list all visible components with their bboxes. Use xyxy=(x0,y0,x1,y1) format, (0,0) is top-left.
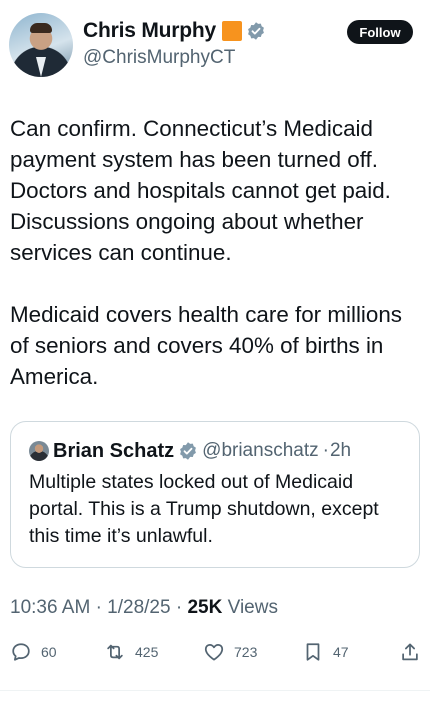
orange-flag-icon xyxy=(221,21,242,41)
verified-badge-icon xyxy=(180,442,197,460)
repost-count: 425 xyxy=(135,644,159,660)
reply-button[interactable]: 60 xyxy=(10,638,57,666)
bookmark-button[interactable]: 47 xyxy=(302,638,349,666)
quoted-tweet[interactable]: Brian Schatz @brianschatz · 2h Multiple … xyxy=(10,421,420,568)
like-count: 723 xyxy=(234,644,258,660)
author-name-row: Chris Murphy xyxy=(83,17,266,45)
reply-count: 60 xyxy=(41,644,57,660)
tweet-meta: 10:36 AM · 1/28/25 · 25K Views xyxy=(10,597,278,619)
tweet-text: Can confirm. Connecticut’s Medicaid paym… xyxy=(10,116,403,389)
bookmark-icon xyxy=(306,643,320,661)
share-icon xyxy=(402,643,418,661)
quoted-author-name: Brian Schatz xyxy=(53,439,175,462)
share-button[interactable] xyxy=(399,638,421,666)
quoted-tweet-text: Multiple states locked out of Medicaid p… xyxy=(29,471,379,547)
quoted-author-avatar xyxy=(29,441,49,461)
repost-button[interactable]: 425 xyxy=(104,638,158,666)
meta-separator: · xyxy=(95,597,102,618)
author-name[interactable]: Chris Murphy xyxy=(83,19,216,43)
quoted-separator: · xyxy=(322,440,329,461)
action-bar: 60 425 723 47 xyxy=(0,638,430,666)
tweet-date[interactable]: 1/28/25 xyxy=(107,597,170,618)
quoted-tweet-header: Brian Schatz @brianschatz · 2h xyxy=(29,439,351,463)
tweet-header: Chris Murphy @ChrisMurphyCT Follow xyxy=(0,0,430,90)
meta-separator: · xyxy=(175,597,183,618)
views-label: Views xyxy=(227,597,278,618)
reply-icon xyxy=(12,643,30,661)
verified-badge-icon xyxy=(248,22,264,40)
tweet-time[interactable]: 10:36 AM xyxy=(10,597,90,618)
follow-button[interactable]: Follow xyxy=(347,20,413,44)
avatar-shirt xyxy=(36,57,46,77)
views-count: 25K xyxy=(187,597,223,618)
like-button[interactable]: 723 xyxy=(203,638,257,666)
author-avatar[interactable] xyxy=(9,13,73,77)
avatar-hair xyxy=(30,23,52,33)
divider xyxy=(0,690,430,691)
repost-icon xyxy=(107,644,123,660)
author-handle[interactable]: @ChrisMurphyCT xyxy=(83,47,235,69)
heart-icon xyxy=(204,643,224,661)
quoted-time: 2h xyxy=(329,440,352,461)
bookmark-count: 47 xyxy=(333,644,349,660)
quoted-author-handle: @brianschatz xyxy=(202,440,319,461)
